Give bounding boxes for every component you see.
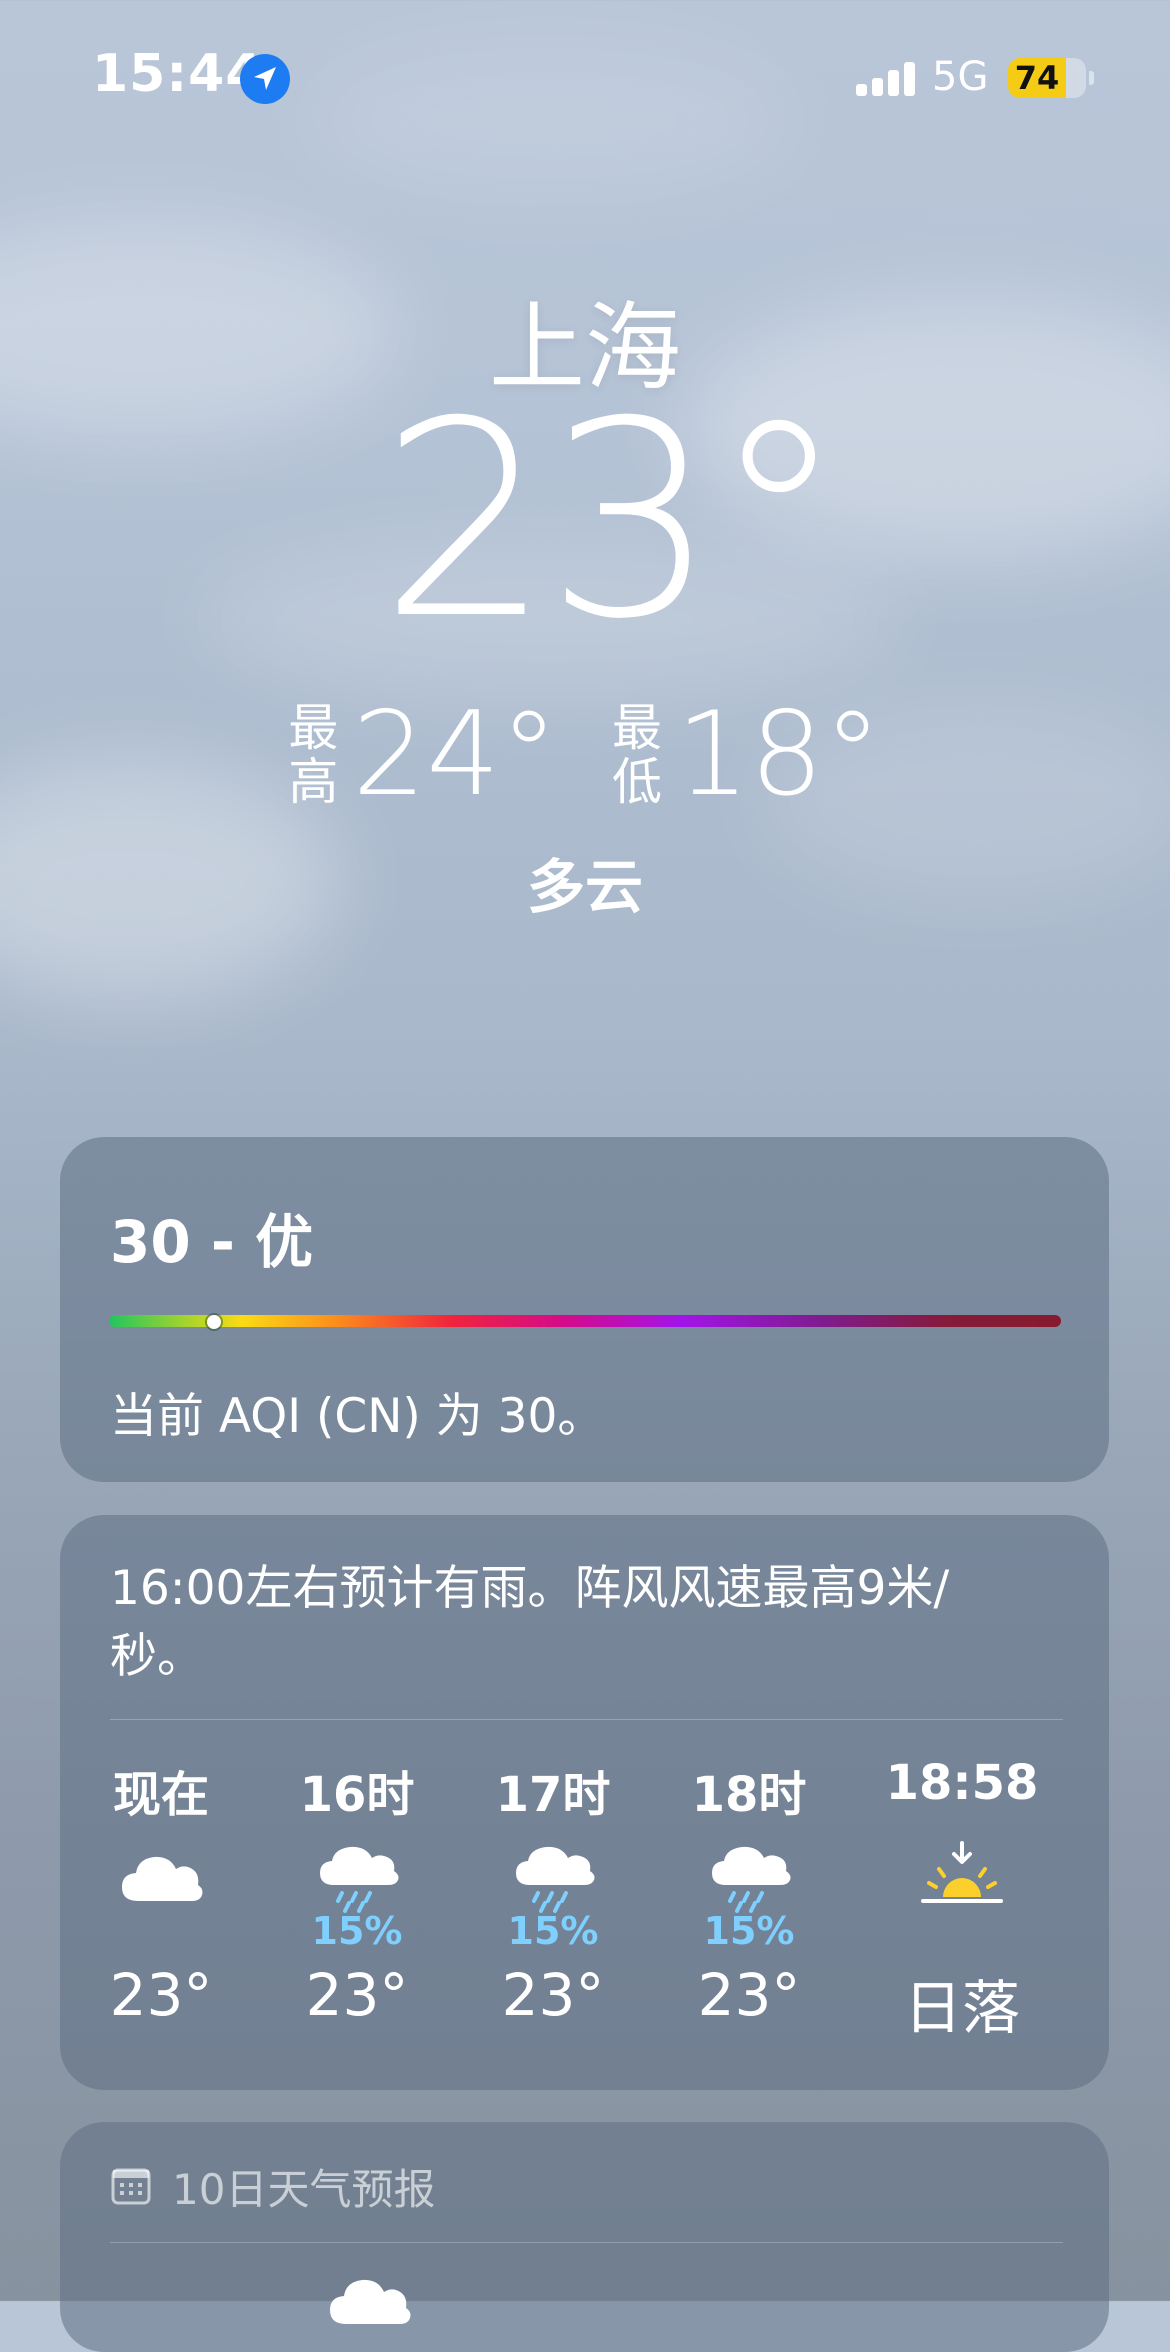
status-time: 15:44 — [92, 44, 263, 104]
location-arrow-icon — [240, 54, 290, 104]
calendar-icon — [111, 2168, 151, 2205]
sunset-icon — [864, 1841, 1060, 1921]
air-quality-card[interactable]: 30 - 优 当前 AQI (CN) 为 30。 — [60, 1137, 1109, 1482]
status-bar: 15:44 5G 74 — [0, 0, 1170, 150]
hourly-items: 现在 23° 16时 15% 23° 17时 15% 23° 18时 15% 2… — [60, 1515, 1109, 2090]
ten-day-forecast-card[interactable]: 10日天气预报 — [60, 2122, 1109, 2352]
hour-label: 18时 — [691, 1767, 807, 1823]
aqi-description: 当前 AQI (CN) 为 30。 — [110, 1389, 605, 1444]
battery-tip — [1089, 71, 1094, 85]
hour-precip: 15% — [703, 1909, 795, 1953]
low-label: 最低 — [612, 699, 662, 811]
network-type: 5G — [932, 54, 989, 100]
current-temperature: 23° — [379, 363, 847, 678]
low-temperature: 18° — [676, 687, 882, 822]
hour-precip: 15% — [311, 1909, 403, 1953]
high-low-temperatures: 最高 24° 最低 18° — [0, 687, 1170, 822]
high-label: 最高 — [288, 699, 339, 811]
forecast-divider — [110, 2242, 1063, 2243]
hourly-forecast-card[interactable]: 16:00左右预计有雨。阵风风速最高9米/秒。 现在 23° 16时 15% 2… — [60, 1515, 1109, 2090]
hour-temperature: 日落 — [903, 1974, 1020, 2042]
aqi-value: 30 - 优 — [110, 1208, 314, 1276]
forecast-title: 10日天气预报 — [172, 2164, 436, 2214]
aqi-scale-bar — [109, 1315, 1061, 1327]
hour-label: 现在 — [112, 1767, 209, 1823]
forecast-cloud-icon — [324, 2264, 414, 2340]
hour-precip: 15% — [507, 1909, 599, 1953]
battery-percent: 74 — [1014, 59, 1060, 97]
hour-temperature: 23° — [501, 1961, 605, 2029]
hour-temperature: 23° — [697, 1961, 801, 2029]
cloud-icon — [63, 1841, 259, 1921]
hour-label: 17时 — [495, 1767, 611, 1823]
cellular-signal-icon — [856, 60, 916, 96]
hour-item: 18:58 日落 — [864, 1755, 1060, 2065]
hour-temperature: 23° — [305, 1961, 409, 2029]
hour-temperature: 23° — [109, 1961, 213, 2029]
hour-label: 16时 — [299, 1767, 415, 1823]
weather-condition: 多云 — [526, 853, 643, 921]
battery-icon: 74 — [1008, 58, 1086, 98]
high-temperature: 24° — [352, 687, 558, 822]
hour-item: 现在 23° — [63, 1755, 259, 2065]
hour-item: 18时 15% 23° — [651, 1755, 847, 2065]
aqi-indicator — [207, 1315, 222, 1329]
hour-item: 17时 15% 23° — [455, 1755, 651, 2065]
hour-item: 16时 15% 23° — [259, 1755, 455, 2065]
hour-label: 18:58 — [885, 1755, 1039, 1811]
forecast-header: 10日天气预报 — [110, 2158, 435, 2214]
